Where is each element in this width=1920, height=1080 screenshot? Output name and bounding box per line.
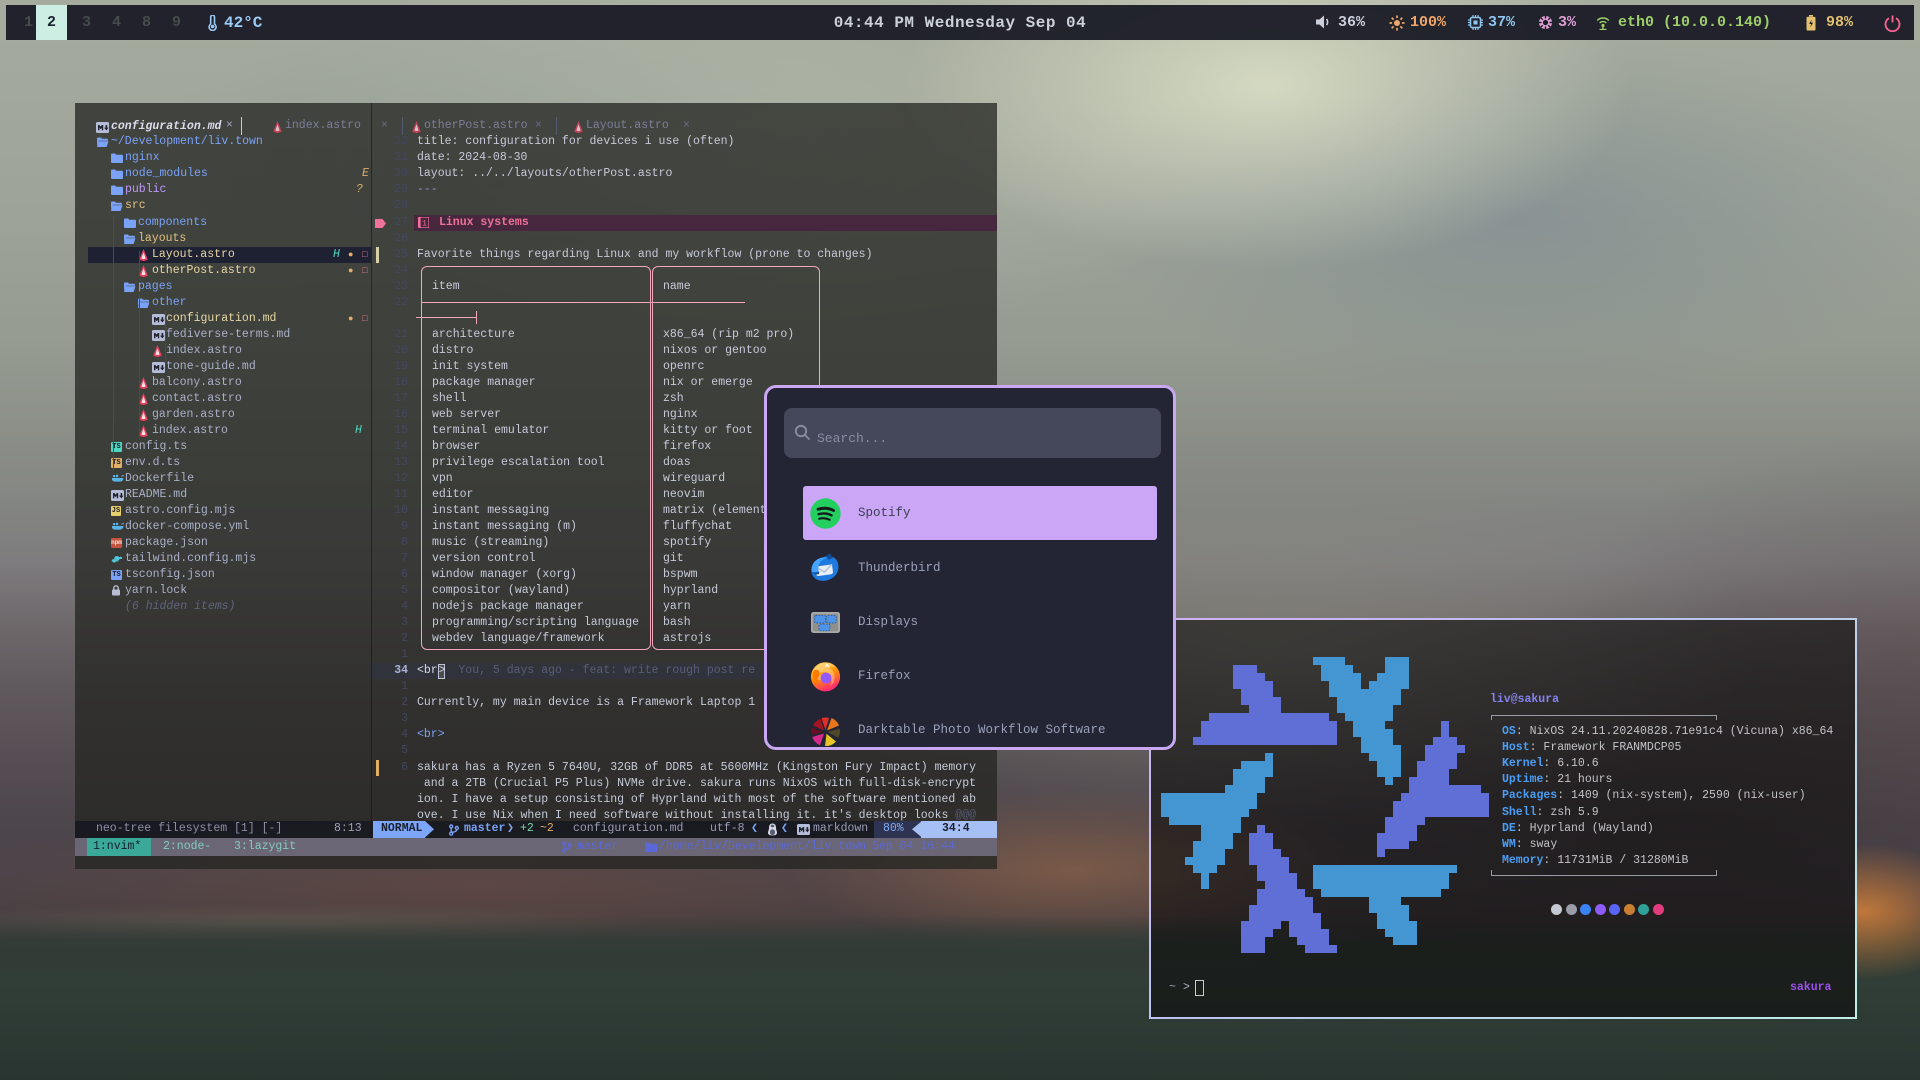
svg-text:1: 1 <box>422 220 427 229</box>
